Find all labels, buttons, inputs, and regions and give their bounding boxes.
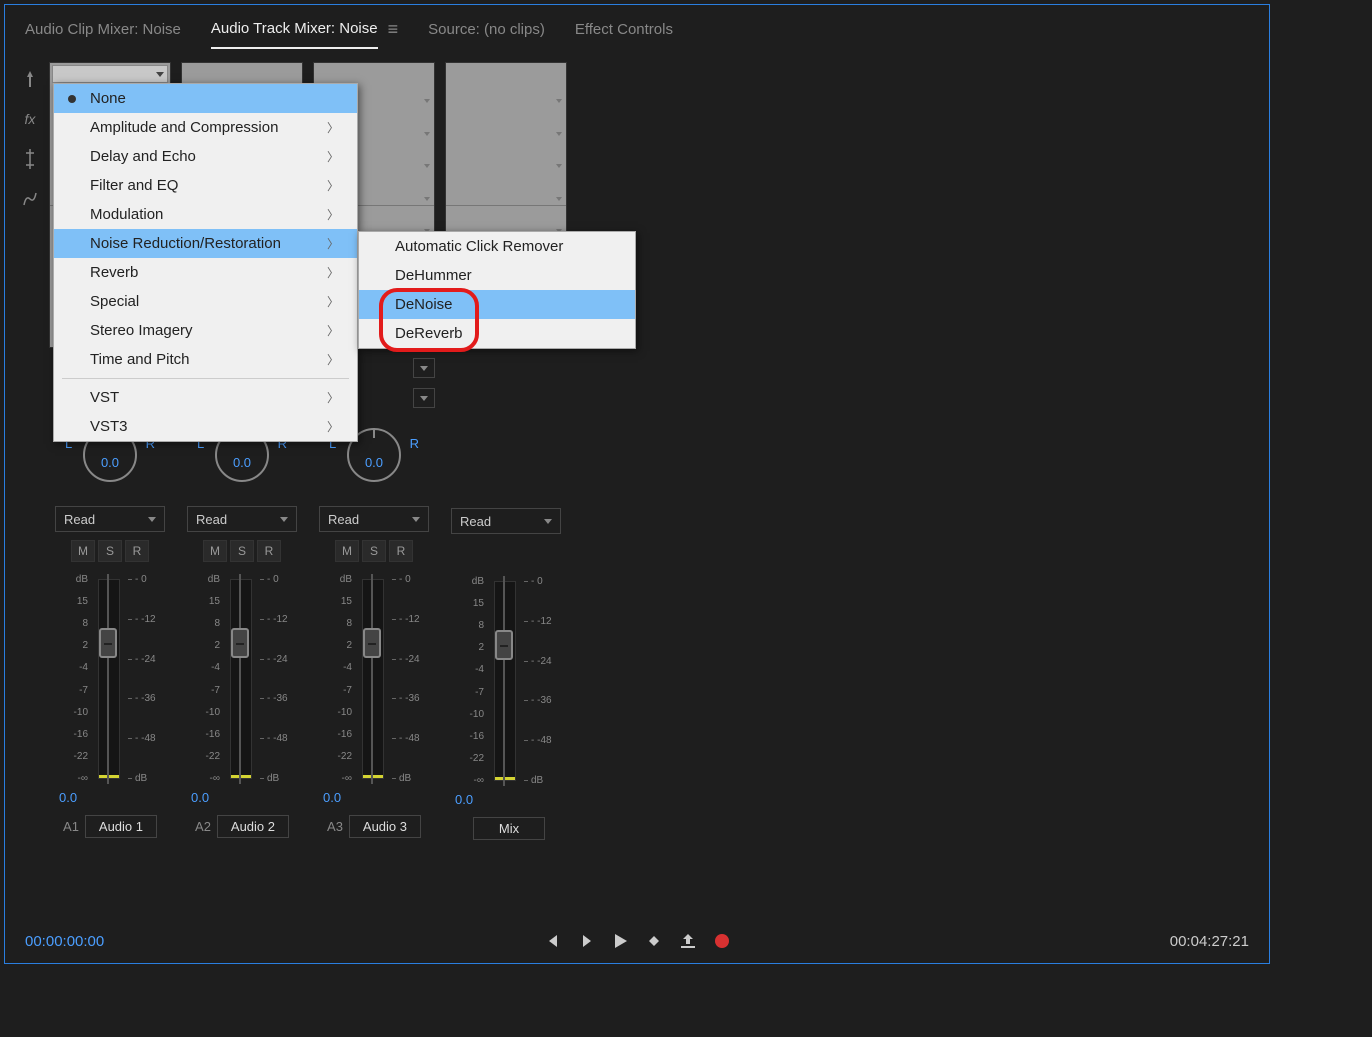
menu-item-amplitude[interactable]: Amplitude and Compression〉 [54,113,357,142]
menu-item-reverb[interactable]: Reverb〉 [54,258,357,287]
transport-bar: 00:00:00:00 00:04:27:21 [5,919,1269,963]
pan-tool-icon[interactable] [21,70,39,88]
track-id: A1 [63,819,79,834]
meter-scale: - 0- -12- -24- -36- -48dB [124,574,170,784]
panel-tab-bar: Audio Clip Mixer: Noise Audio Track Mixe… [5,5,1269,50]
go-to-in-icon[interactable] [545,934,561,948]
noise-reduction-submenu: Automatic Click Remover DeHummer DeNoise… [358,231,636,349]
volume-fader[interactable] [224,574,256,784]
track-id: A3 [327,819,343,834]
menu-item-dehummer[interactable]: DeHummer [359,261,635,290]
go-to-out-icon[interactable] [579,934,595,948]
gain-value[interactable]: 0.0 [323,790,341,805]
track-name-input[interactable]: Mix [473,817,545,840]
gain-value[interactable]: 0.0 [191,790,209,805]
record-button[interactable]: R [389,540,413,562]
track-id: A2 [195,819,211,834]
mute-button[interactable]: M [71,540,95,562]
tab-effect-controls[interactable]: Effect Controls [575,15,673,48]
panel-menu-icon[interactable]: ≡ [378,13,399,50]
track-mix: Read dB1582-4-7-10-16-22-∞ - 0- -12- -24… [441,62,571,908]
menu-item-stereo[interactable]: Stereo Imagery〉 [54,316,357,345]
solo-button[interactable]: S [362,540,386,562]
volume-fader[interactable] [92,574,124,784]
fader-scale: dB1582-4-7-10-16-22-∞ [50,574,92,784]
effect-category-menu: None Amplitude and Compression〉 Delay an… [53,83,358,442]
volume-fader[interactable] [356,574,388,784]
menu-item-vst3[interactable]: VST3〉 [54,412,357,441]
menu-item-delay[interactable]: Delay and Echo〉 [54,142,357,171]
route-icon[interactable] [21,190,39,208]
play-icon[interactable] [613,934,627,948]
transport-controls [545,934,729,948]
loop-icon[interactable] [645,934,663,948]
menu-item-denoise[interactable]: DeNoise [359,290,635,319]
tab-audio-clip-mixer[interactable]: Audio Clip Mixer: Noise [25,15,181,48]
record-button[interactable]: R [125,540,149,562]
menu-item-special[interactable]: Special〉 [54,287,357,316]
volume-fader[interactable] [488,576,520,786]
fx-slot-dropdown[interactable] [52,65,168,83]
current-timecode[interactable]: 00:00:00:00 [25,933,104,950]
solo-button[interactable]: S [98,540,122,562]
menu-item-noise-reduction[interactable]: Noise Reduction/Restoration〉 [54,229,357,258]
fx-icon[interactable]: fx [21,110,39,128]
export-icon[interactable] [681,934,697,948]
track-name-input[interactable]: Audio 1 [85,815,157,838]
side-rail: fx [15,62,45,908]
menu-item-dereverb[interactable]: DeReverb [359,319,635,348]
automation-mode-dropdown[interactable]: Read [55,506,165,532]
record-icon[interactable] [715,934,729,948]
gain-value[interactable]: 0.0 [59,790,77,805]
automation-mode-dropdown[interactable]: Read [451,508,561,534]
automation-mode-dropdown[interactable]: Read [319,506,429,532]
mute-button[interactable]: M [203,540,227,562]
automation-mode-dropdown[interactable]: Read [187,506,297,532]
solo-button[interactable]: S [230,540,254,562]
track-name-input[interactable]: Audio 2 [217,815,289,838]
menu-item-auto-click-remover[interactable]: Automatic Click Remover [359,232,635,261]
tab-audio-track-mixer[interactable]: Audio Track Mixer: Noise [211,14,378,49]
menu-item-modulation[interactable]: Modulation〉 [54,200,357,229]
menu-item-none[interactable]: None [54,84,357,113]
sends-icon[interactable] [21,150,39,168]
mute-button[interactable]: M [335,540,359,562]
sequence-duration: 00:04:27:21 [1170,933,1249,950]
track-name-input[interactable]: Audio 3 [349,815,421,838]
record-button[interactable]: R [257,540,281,562]
audio-track-mixer-panel: Audio Clip Mixer: Noise Audio Track Mixe… [4,4,1270,964]
send-dropdown[interactable] [413,358,435,378]
gain-value[interactable]: 0.0 [455,792,473,807]
menu-item-vst[interactable]: VST〉 [54,383,357,412]
menu-item-time-pitch[interactable]: Time and Pitch〉 [54,345,357,374]
send-dropdown[interactable] [413,388,435,408]
tab-source[interactable]: Source: (no clips) [428,15,545,48]
menu-item-filter[interactable]: Filter and EQ〉 [54,171,357,200]
